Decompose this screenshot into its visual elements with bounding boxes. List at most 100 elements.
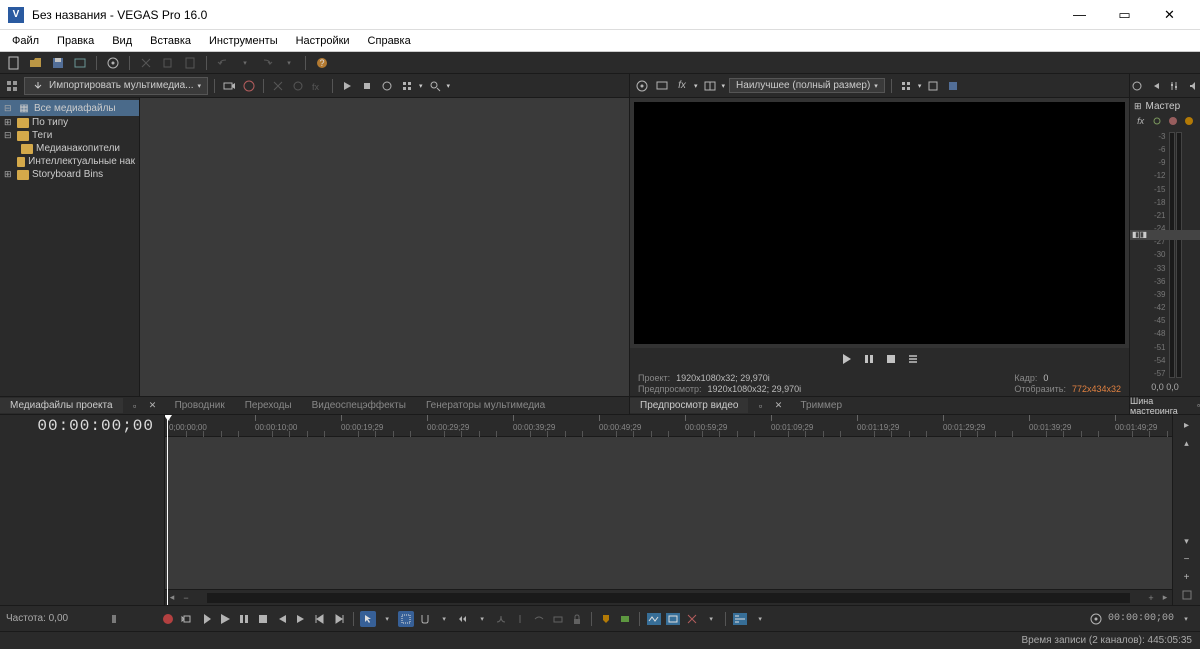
play-icon[interactable] [217, 611, 233, 627]
media-content-area[interactable] [140, 98, 629, 396]
audio-envelopes-icon[interactable] [646, 611, 662, 627]
vzoom-out-icon[interactable]: − [1179, 551, 1195, 567]
tree-item-tags[interactable]: ⊟ Теги [0, 129, 139, 142]
video-output-fx-icon[interactable]: fx [674, 78, 690, 94]
lock-icon[interactable] [569, 611, 585, 627]
save-icon[interactable] [50, 55, 66, 71]
tab-project-media[interactable]: Медиафайлы проекта [0, 398, 123, 413]
meter-bars[interactable] [1169, 132, 1182, 378]
cursor-position[interactable]: 00:00:00;00 [1108, 613, 1174, 624]
marker-icon[interactable] [598, 611, 614, 627]
chevron-down-icon[interactable]: ▾ [447, 82, 451, 90]
vzoom-in-icon[interactable]: + [1179, 569, 1195, 585]
tab-trimmer[interactable]: Триммер [790, 398, 852, 413]
save-snapshot-icon[interactable] [945, 78, 961, 94]
close-tab-icon[interactable]: ✕ [145, 398, 161, 414]
tree-item-all-media[interactable]: ⊟ ▦ Все медиафайлы [0, 100, 139, 116]
copy-snapshot-icon[interactable] [925, 78, 941, 94]
open-icon[interactable] [28, 55, 44, 71]
master-automation-icon[interactable] [1150, 113, 1163, 129]
record-icon[interactable] [160, 611, 176, 627]
fit-zoom-icon[interactable] [1179, 587, 1195, 603]
zoom-out-icon[interactable]: − [179, 591, 193, 605]
stop-icon[interactable] [255, 611, 271, 627]
chevron-down-icon[interactable]: ▾ [722, 82, 726, 90]
properties-icon[interactable] [105, 55, 121, 71]
menu-edit[interactable]: Правка [49, 33, 102, 49]
preview-menu-icon[interactable] [905, 351, 921, 367]
chevron-down-icon[interactable]: ▾ [419, 82, 423, 90]
scroll-track[interactable] [207, 593, 1130, 603]
menu-insert[interactable]: Вставка [142, 33, 199, 49]
redo-dropdown-icon[interactable]: ▾ [281, 55, 297, 71]
zoom-in-icon[interactable]: + [1144, 591, 1158, 605]
split-icon[interactable] [512, 611, 528, 627]
menu-help[interactable]: Справка [360, 33, 419, 49]
selection-tool-icon[interactable] [398, 611, 414, 627]
scrub-control-icon[interactable] [106, 611, 122, 627]
tab-transitions[interactable]: Переходы [235, 398, 302, 413]
enable-snapping-icon[interactable] [417, 611, 433, 627]
skip-start-icon[interactable] [1149, 78, 1164, 94]
close-tab-icon[interactable]: ✕ [770, 398, 786, 414]
stop-media-icon[interactable] [359, 78, 375, 94]
import-media-button[interactable]: Импортировать мультимедиа... ▾ [24, 77, 208, 95]
stream-dropdown-icon[interactable]: ▾ [752, 611, 768, 627]
menu-tools[interactable]: Инструменты [201, 33, 286, 49]
dim-output-icon[interactable] [1186, 78, 1200, 94]
preview-pause-icon[interactable] [861, 351, 877, 367]
capture-video-icon[interactable] [221, 78, 237, 94]
fader-handle[interactable]: ◧◨ [1130, 230, 1200, 240]
preview-stop-icon[interactable] [883, 351, 899, 367]
auto-ripple-icon[interactable] [455, 611, 471, 627]
undock-icon[interactable]: ▫ [127, 398, 143, 414]
menu-file[interactable]: Файл [4, 33, 47, 49]
menu-view[interactable]: Вид [104, 33, 140, 49]
auto-crossfade-icon[interactable] [493, 611, 509, 627]
tree-collapse-icon[interactable]: ⊟ [4, 103, 14, 114]
paste-icon[interactable] [182, 55, 198, 71]
preview-quality-dropdown[interactable]: Наилучшее (полный размер) ▾ [729, 78, 885, 93]
add-missing-stream-icon[interactable] [732, 611, 748, 627]
playhead[interactable] [167, 415, 168, 605]
quantize-dropdown-icon[interactable]: ▾ [703, 611, 719, 627]
go-to-start-icon[interactable] [274, 611, 290, 627]
timeline-hscroll[interactable]: ◂ − + ▸ [165, 589, 1172, 605]
normal-edit-tool-icon[interactable] [360, 611, 376, 627]
remove-media-icon[interactable] [270, 78, 286, 94]
chevron-down-icon[interactable]: ▾ [694, 82, 698, 90]
timeline-ruler[interactable]: 0;00:00;0000:00:10;0000:00:19;2900:00:29… [165, 415, 1172, 437]
mixer-fader-icon[interactable] [1167, 78, 1182, 94]
ignore-event-grouping-icon[interactable] [550, 611, 566, 627]
ripple-dropdown-icon[interactable]: ▾ [474, 611, 490, 627]
chevron-down-icon[interactable]: ▾ [918, 82, 922, 90]
tree-expand-icon[interactable]: ⊞ [4, 169, 14, 180]
media-fx-icon[interactable]: fx [310, 78, 326, 94]
tab-video-fx[interactable]: Видеоспецэффекты [302, 398, 416, 413]
timecode-display[interactable]: 00:00:00;00 [0, 415, 164, 437]
copy-icon[interactable] [160, 55, 176, 71]
play-from-start-icon[interactable] [198, 611, 214, 627]
vscroll-down-icon[interactable]: ▾ [1179, 533, 1195, 549]
close-button[interactable]: ✕ [1147, 0, 1192, 30]
timeline-tracks-area[interactable]: 0;00:00;0000:00:10;0000:00:19;2900:00:29… [165, 415, 1172, 605]
external-monitor-icon[interactable] [654, 78, 670, 94]
edit-tool-dropdown-icon[interactable]: ▾ [379, 611, 395, 627]
tree-expand-icon[interactable]: ⊟ [4, 130, 14, 141]
master-fx-icon[interactable]: fx [1134, 113, 1147, 129]
position-dropdown-icon[interactable]: ▾ [1178, 611, 1194, 627]
tree-item-media-drives[interactable]: Медианакопители [0, 142, 139, 155]
lock-envelope-icon[interactable] [531, 611, 547, 627]
split-screen-icon[interactable] [702, 78, 718, 94]
master-mute-icon[interactable] [1167, 113, 1180, 129]
new-project-icon[interactable] [6, 55, 22, 71]
master-output-icon[interactable] [1183, 113, 1196, 129]
undock-icon[interactable]: ▫ [752, 398, 768, 414]
media-view-grid-icon[interactable] [399, 78, 415, 94]
tree-item-smart-bins[interactable]: Интеллектуальные нак [0, 155, 139, 168]
get-media-icon[interactable] [241, 78, 257, 94]
tab-explorer[interactable]: Проводник [165, 398, 235, 413]
media-properties-icon[interactable] [290, 78, 306, 94]
play-media-icon[interactable] [339, 78, 355, 94]
next-frame-icon[interactable] [331, 611, 347, 627]
